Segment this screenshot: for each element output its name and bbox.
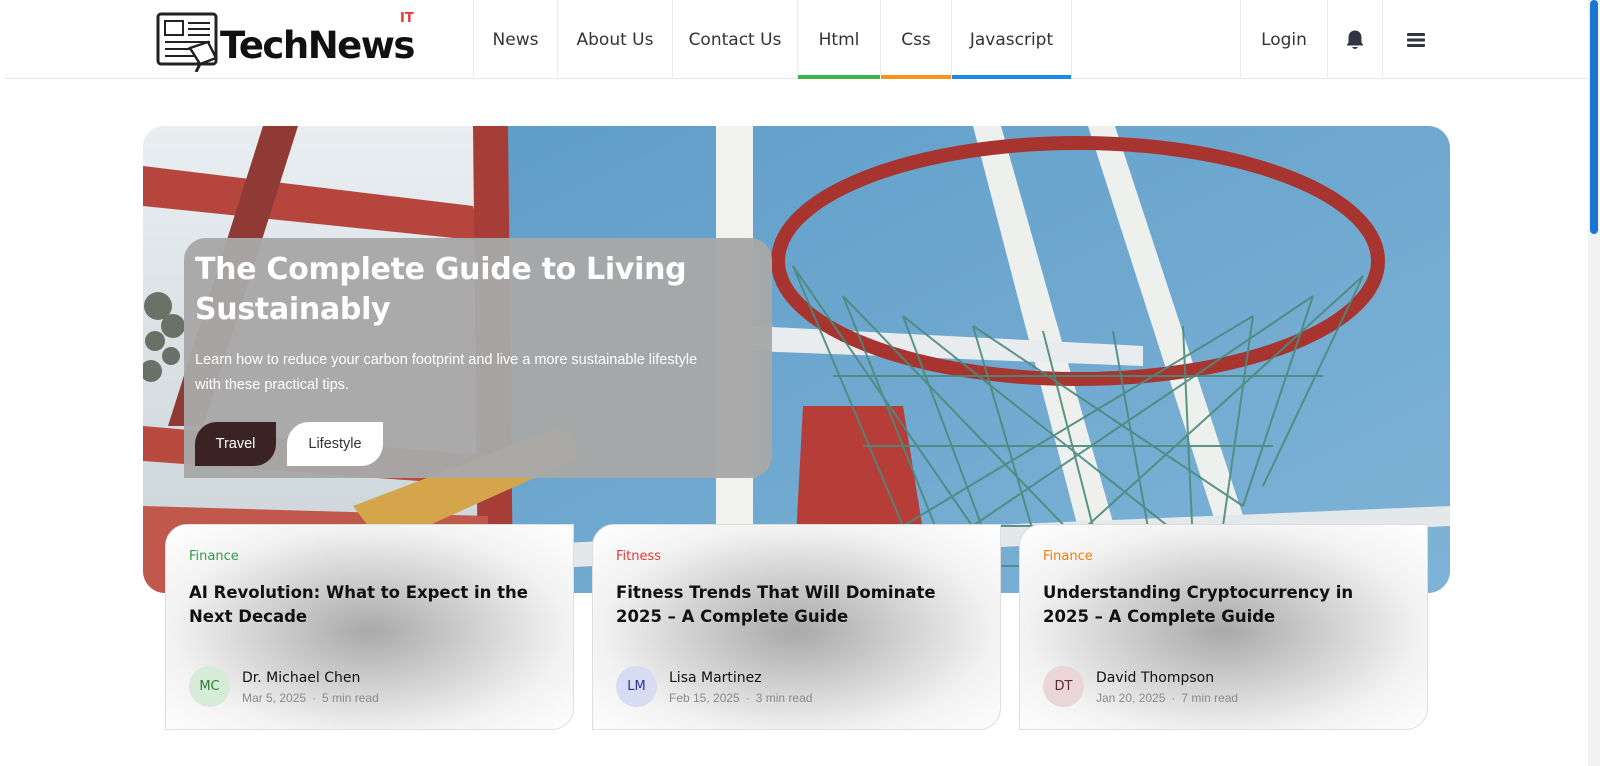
login-button[interactable]: Login	[1240, 0, 1327, 79]
avatar: LM	[616, 666, 657, 707]
read-time: 5 min read	[322, 691, 379, 705]
featured-article-description: Learn how to reduce your carbon footprin…	[195, 352, 698, 393]
article-date: Mar 5, 2025	[242, 691, 307, 705]
article-date: Jan 20, 2025	[1096, 691, 1166, 705]
avatar: MC	[189, 666, 230, 707]
brand-name: TechNews	[220, 24, 415, 67]
article-category[interactable]: Finance	[189, 549, 239, 564]
brand-logo[interactable]: TechNews IT	[152, 10, 422, 72]
article-category[interactable]: Finance	[1043, 549, 1093, 564]
nav-item-news[interactable]: News	[473, 0, 557, 79]
nav-underline-javascript	[952, 75, 1071, 79]
article-meta: Jan 20, 2025 · 7 min read	[1096, 691, 1239, 705]
brand-superscript: IT	[400, 11, 414, 26]
nav-item-label: News	[492, 29, 539, 50]
tag-label: Lifestyle	[308, 436, 362, 452]
nav-item-label: Css	[901, 29, 931, 50]
author-name[interactable]: David Thompson	[1096, 670, 1214, 686]
nav-item-javascript[interactable]: Javascript	[951, 0, 1072, 79]
article-title[interactable]: AI Revolution: What to Expect in the Nex…	[189, 581, 549, 629]
nav-item-label: Contact Us	[688, 29, 782, 50]
hamburger-menu-icon	[1406, 32, 1425, 47]
nav-item-label: Html	[818, 29, 860, 50]
featured-article-card[interactable]: The Complete Guide to Living Sustainably…	[184, 238, 772, 478]
article-card[interactable]: Finance Understanding Cryptocurrency in …	[1019, 524, 1428, 730]
nav-item-css[interactable]: Css	[880, 0, 951, 79]
article-category[interactable]: Fitness	[616, 549, 661, 564]
article-meta: Feb 15, 2025 · 3 min read	[669, 691, 813, 705]
header-actions: Login	[1240, 0, 1448, 79]
nav-item-html[interactable]: Html	[797, 0, 880, 79]
scrollbar-thumb[interactable]	[1590, 0, 1598, 234]
read-time: 3 min read	[755, 691, 813, 705]
notifications-button[interactable]	[1327, 0, 1382, 79]
article-title[interactable]: Fitness Trends That Will Dominate 2025 –…	[616, 581, 976, 629]
site-header: TechNews IT News About Us Contact Us Htm…	[4, 0, 1592, 79]
tag-lifestyle[interactable]: Lifestyle	[287, 422, 383, 466]
avatar: DT	[1043, 666, 1084, 707]
article-title[interactable]: Understanding Cryptocurrency in 2025 – A…	[1043, 581, 1403, 629]
author-name[interactable]: Dr. Michael Chen	[242, 670, 360, 686]
newspaper-icon	[156, 12, 218, 72]
nav-item-contact-us[interactable]: Contact Us	[672, 0, 797, 79]
article-card[interactable]: Finance AI Revolution: What to Expect in…	[165, 524, 574, 730]
tag-label: Travel	[215, 436, 256, 452]
author-name[interactable]: Lisa Martinez	[669, 670, 762, 686]
article-meta: Mar 5, 2025 · 5 min read	[242, 691, 379, 705]
read-time: 7 min read	[1181, 691, 1239, 705]
menu-button[interactable]	[1382, 0, 1448, 79]
tag-travel[interactable]: Travel	[195, 422, 276, 466]
nav-underline-html	[798, 75, 880, 79]
nav-item-about-us[interactable]: About Us	[557, 0, 672, 79]
main-nav: News About Us Contact Us Html Css Javasc…	[473, 0, 1072, 79]
featured-article-title[interactable]: The Complete Guide to Living Sustainably	[195, 250, 715, 330]
login-label: Login	[1261, 29, 1307, 50]
article-date: Feb 15, 2025	[669, 691, 740, 705]
article-card[interactable]: Fitness Fitness Trends That Will Dominat…	[592, 524, 1001, 730]
nav-item-label: About Us	[576, 29, 654, 50]
bell-icon	[1346, 30, 1364, 49]
nav-item-label: Javascript	[969, 29, 1054, 50]
nav-underline-css	[881, 75, 951, 79]
hero-banner[interactable]: The Complete Guide to Living Sustainably…	[143, 126, 1450, 593]
